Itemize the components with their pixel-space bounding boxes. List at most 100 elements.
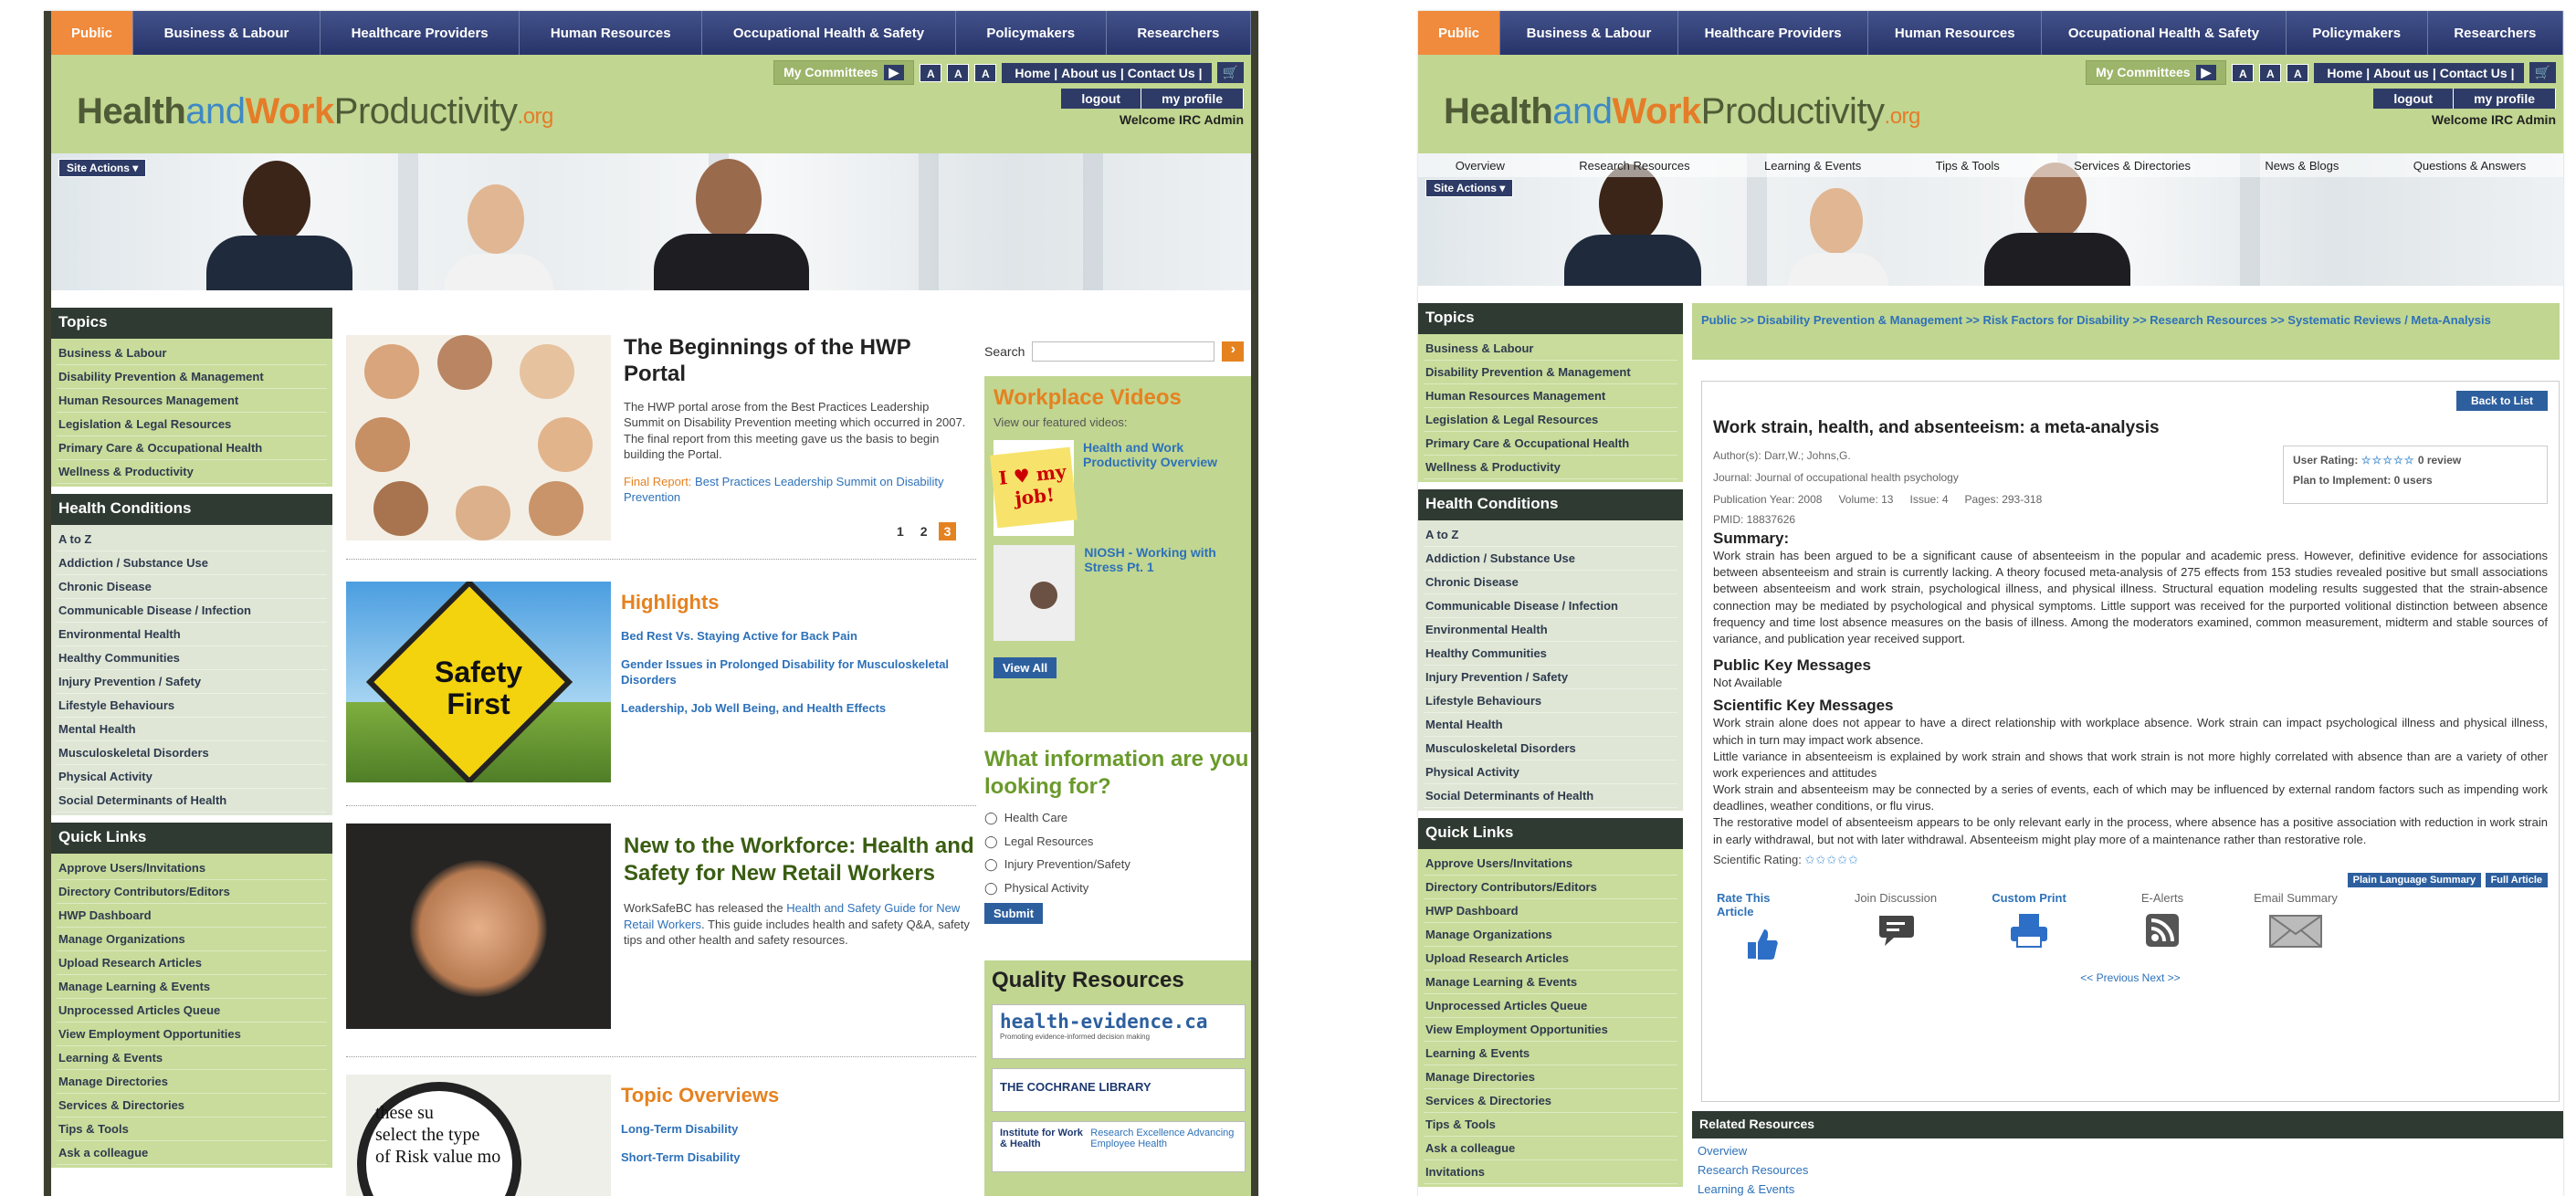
- nav-human-resources[interactable]: Human Resources: [1868, 11, 2043, 55]
- subnav-overview[interactable]: Overview: [1456, 159, 1505, 173]
- health-item[interactable]: Musculoskeletal Disorders: [57, 741, 327, 765]
- topic-item[interactable]: Business & Labour: [1424, 337, 1677, 361]
- page-2[interactable]: 2: [915, 522, 933, 540]
- quick-link[interactable]: Manage Organizations: [1424, 923, 1677, 947]
- health-item[interactable]: Environmental Health: [1424, 618, 1677, 642]
- health-item[interactable]: Communicable Disease / Infection: [57, 599, 327, 623]
- quick-link[interactable]: Unprocessed Articles Queue: [1424, 994, 1677, 1018]
- quick-link[interactable]: HWP Dashboard: [57, 904, 327, 928]
- view-all-button[interactable]: View All: [994, 656, 1057, 678]
- site-actions-button[interactable]: Site Actions ▾: [1425, 179, 1514, 197]
- quick-link[interactable]: View Employment Opportunities: [1424, 1018, 1677, 1042]
- topic-item[interactable]: Primary Care & Occupational Health: [57, 436, 327, 460]
- video-link[interactable]: NIOSH - Working with Stress Pt. 1: [1084, 545, 1244, 641]
- nav-researchers[interactable]: Researchers: [2428, 11, 2563, 55]
- my-profile-link[interactable]: my profile: [2454, 89, 2556, 109]
- health-item[interactable]: A to Z: [57, 528, 327, 551]
- topic-item[interactable]: Primary Care & Occupational Health: [1424, 432, 1677, 456]
- subnav-news-blogs[interactable]: News & Blogs: [2265, 159, 2339, 173]
- quick-link[interactable]: Tips & Tools: [57, 1117, 327, 1141]
- topic-item[interactable]: Human Resources Management: [57, 389, 327, 413]
- subnav-learning-events[interactable]: Learning & Events: [1764, 159, 1861, 173]
- health-item[interactable]: Lifestyle Behaviours: [57, 694, 327, 718]
- subnav-research-resources[interactable]: Research Resources: [1579, 159, 1689, 173]
- quick-link[interactable]: Invitations: [1424, 1160, 1677, 1184]
- quick-link[interactable]: Manage Learning & Events: [1424, 970, 1677, 994]
- logout-link[interactable]: logout: [1061, 89, 1142, 109]
- quick-link[interactable]: Learning & Events: [57, 1046, 327, 1070]
- about-link[interactable]: About us: [2373, 66, 2429, 80]
- quick-link[interactable]: Ask a colleague: [1424, 1137, 1677, 1160]
- about-link[interactable]: About us: [1061, 66, 1117, 80]
- nav-healthcare-providers[interactable]: Healthcare Providers: [1678, 11, 1869, 55]
- health-item[interactable]: Mental Health: [1424, 713, 1677, 737]
- feature-title[interactable]: The Beginnings of the HWP Portal: [624, 335, 971, 388]
- topic-item[interactable]: Disability Prevention & Management: [57, 365, 327, 389]
- health-item[interactable]: Mental Health: [57, 718, 327, 741]
- nav-policymakers[interactable]: Policymakers: [2287, 11, 2428, 55]
- video-link[interactable]: Health and Work Productivity Overview: [1083, 440, 1244, 536]
- e-alerts-action[interactable]: E-Alerts: [2117, 891, 2208, 962]
- nav-policymakers[interactable]: Policymakers: [956, 11, 1107, 55]
- join-discussion-action[interactable]: Join Discussion: [1850, 891, 1941, 962]
- quick-link[interactable]: Manage Directories: [1424, 1065, 1677, 1089]
- cart-icon[interactable]: 🛒: [2529, 62, 2556, 83]
- topic-item[interactable]: Disability Prevention & Management: [1424, 361, 1677, 384]
- video-thumbnail[interactable]: I ♥ my job!: [990, 439, 1078, 536]
- health-item[interactable]: Injury Prevention / Safety: [1424, 666, 1677, 689]
- highlight-link[interactable]: Gender Issues in Prolonged Disability fo…: [621, 657, 977, 688]
- health-item[interactable]: Addiction / Substance Use: [57, 551, 327, 575]
- health-item[interactable]: A to Z: [1424, 523, 1677, 547]
- workforce-title[interactable]: New to the Workforce: Health and Safety …: [624, 833, 980, 887]
- highlight-link[interactable]: Bed Rest Vs. Staying Active for Back Pai…: [621, 629, 977, 645]
- nav-public[interactable]: Public: [1418, 11, 1500, 55]
- overview-link[interactable]: Short-Term Disability: [621, 1150, 968, 1166]
- logout-link[interactable]: logout: [2373, 89, 2455, 109]
- health-item[interactable]: Environmental Health: [57, 623, 327, 646]
- radio-option[interactable]: ◯ Physical Activity: [984, 880, 1251, 897]
- health-item[interactable]: Social Determinants of Health: [57, 789, 327, 813]
- topic-item[interactable]: Wellness & Productivity: [1424, 456, 1677, 479]
- related-link[interactable]: Learning & Events: [1698, 1180, 2558, 1196]
- radio-option[interactable]: ◯ Injury Prevention/Safety: [984, 856, 1251, 873]
- cochrane-logo[interactable]: THE COCHRANE LIBRARY: [992, 1068, 1246, 1112]
- site-logo[interactable]: HealthandWorkProductivity.org: [77, 91, 553, 132]
- nav-researchers[interactable]: Researchers: [1107, 11, 1251, 55]
- quick-link[interactable]: Upload Research Articles: [57, 951, 327, 975]
- topic-item[interactable]: Legislation & Legal Resources: [57, 413, 327, 436]
- quick-link[interactable]: Learning & Events: [1424, 1042, 1677, 1065]
- font-size-large-button[interactable]: A: [974, 63, 997, 82]
- contact-link[interactable]: Contact Us: [2440, 66, 2508, 80]
- overview-link[interactable]: Long-Term Disability: [621, 1122, 968, 1138]
- font-size-small-button[interactable]: A: [2232, 63, 2255, 82]
- email-summary-action[interactable]: Email Summary: [2250, 891, 2341, 962]
- page-1[interactable]: 1: [891, 522, 909, 540]
- rate-article-action[interactable]: Rate This Article: [1717, 891, 1808, 962]
- my-profile-link[interactable]: my profile: [1141, 89, 1244, 109]
- custom-print-action[interactable]: Custom Print: [1983, 891, 2075, 962]
- nav-occupational-health-safety[interactable]: Occupational Health & Safety: [2042, 11, 2287, 55]
- home-link[interactable]: Home: [2327, 66, 2362, 80]
- quick-link[interactable]: Ask a colleague: [57, 1141, 327, 1165]
- contact-link[interactable]: Contact Us: [1128, 66, 1195, 80]
- quick-link[interactable]: Unprocessed Articles Queue: [57, 999, 327, 1023]
- quick-link[interactable]: Directory Contributors/Editors: [57, 880, 327, 904]
- health-item[interactable]: Addiction / Substance Use: [1424, 547, 1677, 571]
- plain-language-summary-button[interactable]: Plain Language Summary: [2347, 873, 2482, 888]
- related-link[interactable]: Overview: [1698, 1142, 2558, 1161]
- quick-link[interactable]: Services & Directories: [57, 1094, 327, 1117]
- subnav-services-directories[interactable]: Services & Directories: [2074, 159, 2191, 173]
- article-pager[interactable]: << Previous Next >>: [1713, 971, 2548, 984]
- quick-link[interactable]: Upload Research Articles: [1424, 947, 1677, 970]
- health-item[interactable]: Physical Activity: [1424, 761, 1677, 784]
- topic-item[interactable]: Business & Labour: [57, 341, 327, 365]
- font-size-small-button[interactable]: A: [920, 63, 942, 82]
- quick-link[interactable]: Tips & Tools: [1424, 1113, 1677, 1137]
- health-item[interactable]: Injury Prevention / Safety: [57, 670, 327, 694]
- video-thumbnail[interactable]: [994, 544, 1076, 641]
- health-item[interactable]: Musculoskeletal Disorders: [1424, 737, 1677, 761]
- back-to-list-button[interactable]: Back to List: [2455, 391, 2548, 411]
- nav-business-labour[interactable]: Business & Labour: [133, 11, 321, 55]
- quick-link[interactable]: View Employment Opportunities: [57, 1023, 327, 1046]
- health-item[interactable]: Chronic Disease: [57, 575, 327, 599]
